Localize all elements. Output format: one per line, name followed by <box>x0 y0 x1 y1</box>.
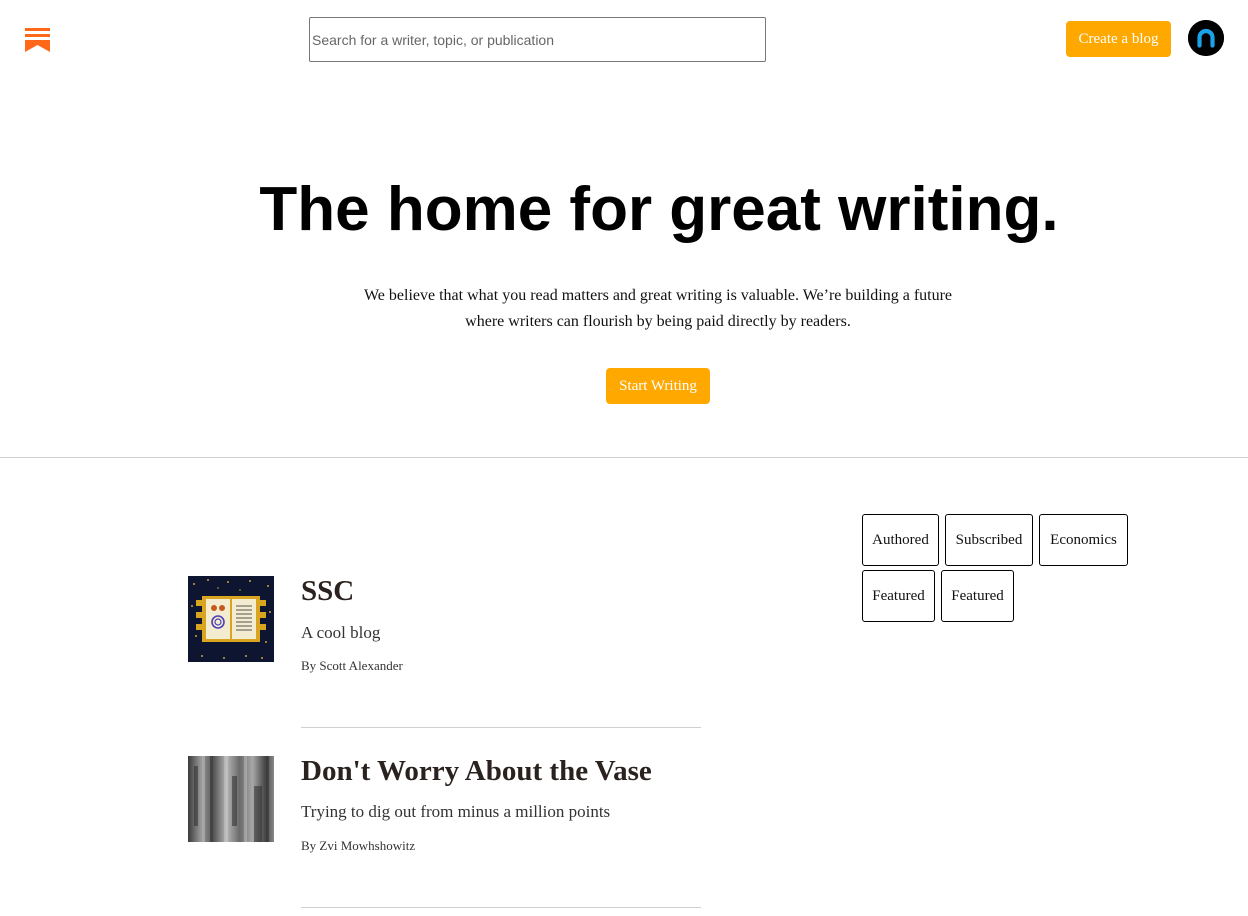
search-input[interactable] <box>309 17 766 62</box>
site-header: Create a blog <box>0 0 1248 80</box>
blog-thumbnail[interactable] <box>188 756 274 842</box>
list-separator <box>301 727 701 728</box>
hero-title: The home for great writing. <box>259 175 1059 244</box>
blog-author: By Scott Alexander <box>301 658 403 673</box>
filter-authored[interactable]: Authored <box>862 514 939 566</box>
filter-featured[interactable]: Featured <box>862 570 935 622</box>
filter-economics[interactable]: Economics <box>1039 514 1128 566</box>
blog-description: A cool blog <box>301 623 381 642</box>
blog-author: By Zvi Mowhshowitz <box>301 838 416 853</box>
filter-featured[interactable]: Featured <box>941 570 1014 622</box>
blog-title[interactable]: SSC <box>301 574 354 608</box>
list-item[interactable]: SSC A cool blog By Scott Alexander <box>188 574 708 728</box>
list-separator <box>301 907 701 908</box>
filter-subscribed[interactable]: Subscribed <box>945 514 1033 566</box>
section-divider <box>0 457 1248 458</box>
blog-thumbnail[interactable] <box>188 576 274 662</box>
user-avatar-icon[interactable] <box>1188 20 1224 56</box>
blog-title[interactable]: Don't Worry About the Vase <box>301 754 652 788</box>
blog-description: Trying to dig out from minus a million p… <box>301 802 611 821</box>
list-item[interactable]: Don't Worry About the Vase Trying to dig… <box>188 754 708 908</box>
substack-logo-icon[interactable] <box>25 28 50 52</box>
start-writing-button[interactable]: Start Writing <box>606 368 710 404</box>
hero-description: We believe that what you read matters an… <box>363 287 953 330</box>
create-blog-button[interactable]: Create a blog <box>1066 21 1171 57</box>
